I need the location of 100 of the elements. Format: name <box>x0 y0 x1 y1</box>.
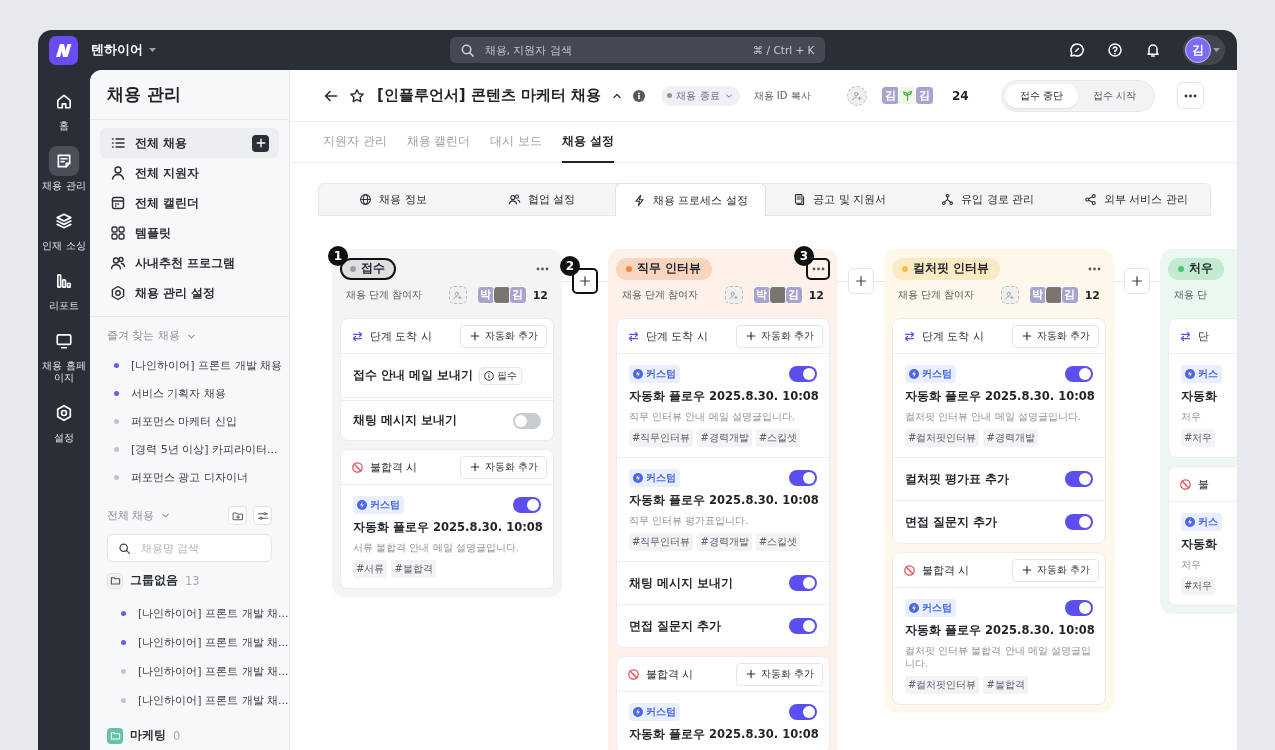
trigger-title: 단계 도착 시 <box>370 328 433 344</box>
member-count: 24 <box>951 88 969 103</box>
job-title: [나인하이어] 프론트 개발 채... <box>138 693 289 709</box>
folder-count: 13 <box>185 573 200 588</box>
automation-title: 채팅 메시지 보내기 <box>629 575 734 591</box>
more-icon <box>535 266 549 271</box>
job-link[interactable]: [경력 5년 이상] 카피라이터... <box>90 435 289 464</box>
trigger-title: 불 <box>1198 476 1210 492</box>
sidebar-item[interactable]: 사내추천 프로그램 <box>100 248 279 279</box>
lightning-icon <box>632 193 646 207</box>
add-automation-button[interactable]: 자동화 추가 <box>459 455 547 479</box>
sidebar-item[interactable]: 전체 채용 <box>100 128 279 159</box>
nav-rail-item[interactable]: 홈 <box>40 86 88 132</box>
people-icon <box>110 255 126 272</box>
hashtag: #서류 <box>353 560 388 578</box>
help-button[interactable] <box>1107 42 1123 58</box>
add-automation-button[interactable]: 자동화 추가 <box>459 324 547 348</box>
automation-title: 자동화 <box>1181 389 1218 404</box>
nav-rail-item[interactable]: 채용 관리 <box>40 146 88 192</box>
favorite-button[interactable] <box>349 87 365 104</box>
no-entry-icon <box>351 460 364 474</box>
trigger-title: 단계 도착 시 <box>646 328 709 344</box>
segment-button[interactable]: 접수 중단 <box>1004 83 1078 108</box>
job-title: [나인하이어] 프론트 개발 채... <box>138 635 289 651</box>
job-title: [인플루언서] 콘텐츠 마케터 채용 <box>377 86 602 105</box>
nav-rail-item[interactable]: 채용 홈페이지 <box>40 326 88 384</box>
job-title: [경력 5년 이상] 카피라이터... <box>131 441 278 457</box>
add-automation-button[interactable]: 자동화 추가 <box>1011 558 1099 582</box>
toggle-switch[interactable] <box>789 575 817 591</box>
more-icon <box>811 266 825 271</box>
sidebar-item[interactable]: 전체 캘린더 <box>100 188 279 219</box>
filter-button[interactable] <box>253 506 272 526</box>
add-person-icon <box>850 89 863 102</box>
nav-rail-label: 채용 홈페이지 <box>41 360 87 384</box>
branch-icon <box>941 193 955 206</box>
hashtag: #직무인터뷰 <box>629 533 694 551</box>
job-link[interactable]: 퍼포먼스 광고 디자이너 <box>90 463 289 492</box>
new-folder-button[interactable] <box>228 506 247 526</box>
job-link[interactable]: 퍼포먼스 마케터 신입 <box>90 407 289 436</box>
toggle-switch[interactable] <box>789 704 817 720</box>
notification-button[interactable] <box>1145 42 1161 58</box>
hashtag: #컬처핏인터뷰 <box>905 429 980 447</box>
nav-rail-item[interactable]: 리포트 <box>40 266 88 312</box>
status-dropdown[interactable]: 채용 종료 <box>661 85 740 106</box>
sidebar-item[interactable]: 템플릿 <box>100 218 279 249</box>
settings-tab[interactable]: 채용 프로세스 설정 <box>615 183 766 216</box>
job-link[interactable]: [나인하이어] 프론트 개발 채... <box>90 628 289 658</box>
account-menu[interactable]: 김 <box>1183 35 1225 65</box>
hashtag: #불합격 <box>391 560 436 578</box>
hashtag: #경력개발 <box>697 429 752 447</box>
nav-rail-item[interactable]: 인재 소싱 <box>40 206 88 252</box>
chat-button[interactable] <box>1069 42 1085 58</box>
sidebar-item-label: 채용 관리 설정 <box>135 284 217 302</box>
job-link[interactable]: [나인하이어] 프론트 개발 채용 <box>90 351 289 380</box>
copy-id-link[interactable]: 채용 ID 복사 <box>753 88 811 103</box>
automation-title: 자동화 플로우 2025.8.30. 10:08 <box>629 727 817 742</box>
settings-tab[interactable]: 협업 설정 <box>467 184 616 215</box>
page-tab[interactable]: 채용 설정 <box>561 122 614 163</box>
toggle-switch[interactable] <box>789 470 817 486</box>
section-title: 즐겨 찾는 채용 <box>107 329 180 344</box>
search-input[interactable]: 채용, 지원자 검색 <box>482 42 745 58</box>
stage-name: 처우 <box>1189 261 1213 276</box>
globe-icon <box>359 193 373 206</box>
settings-tab[interactable]: 유입 경로 관리 <box>913 184 1062 215</box>
no-entry-icon <box>903 563 916 577</box>
add-automation-button[interactable]: 자동화 추가 <box>735 324 823 348</box>
plus-icon <box>744 668 757 680</box>
job-link[interactable]: 서비스 기획자 채용 <box>90 379 289 408</box>
workspace-name[interactable]: 텐하이어 <box>91 41 143 59</box>
search-field[interactable]: 채용, 지원자 검색 ⌘ / Ctrl + K <box>449 37 825 63</box>
toggle-switch[interactable] <box>513 412 541 429</box>
job-link[interactable]: [나인하이어] 프론트 개발 채... <box>90 657 289 687</box>
job-link[interactable]: [나인하이어] 프론트 개발 채... <box>90 599 289 629</box>
sidebar-item[interactable]: 채용 관리 설정 <box>100 278 279 309</box>
add-automation-button[interactable]: 자동화 추가 <box>735 662 823 686</box>
folder-group[interactable]: 마케팅 0 <box>90 721 289 750</box>
settings-tab[interactable]: 채용 정보 <box>319 184 468 215</box>
toggle-switch[interactable] <box>1065 600 1093 616</box>
search-input[interactable]: 채용명 검색 <box>139 541 261 556</box>
add-automation-button[interactable]: 자동화 추가 <box>1011 324 1099 348</box>
plus-icon <box>1020 564 1033 576</box>
sidebar-item[interactable]: 전체 지원자 <box>100 158 279 189</box>
settings-tab[interactable]: 공고 및 지원서 <box>765 184 914 215</box>
segment-button[interactable]: 접수 시작 <box>1077 83 1151 108</box>
toggle-switch[interactable] <box>1065 514 1093 530</box>
nav-rail-item[interactable]: 설정 <box>40 398 88 444</box>
add-stage-button[interactable] <box>572 268 598 294</box>
toggle-switch[interactable] <box>1065 471 1093 487</box>
toggle-switch[interactable] <box>513 497 541 513</box>
tag-label: 커스텀 <box>370 498 400 512</box>
search-icon <box>459 42 475 58</box>
add-button[interactable] <box>252 134 269 152</box>
hashtag: #경력개발 <box>697 533 752 551</box>
toggle-switch[interactable] <box>789 618 817 634</box>
toggle-switch[interactable] <box>789 366 817 382</box>
search-field[interactable]: 채용명 검색 <box>107 534 272 563</box>
folder-group[interactable]: 그룹없음 13 <box>90 566 289 596</box>
toggle-switch[interactable] <box>1065 366 1093 382</box>
job-link[interactable]: [나인하이어] 프론트 개발 채... <box>90 686 289 716</box>
settings-tab[interactable]: 외부 서비스 관리 <box>1061 184 1211 215</box>
